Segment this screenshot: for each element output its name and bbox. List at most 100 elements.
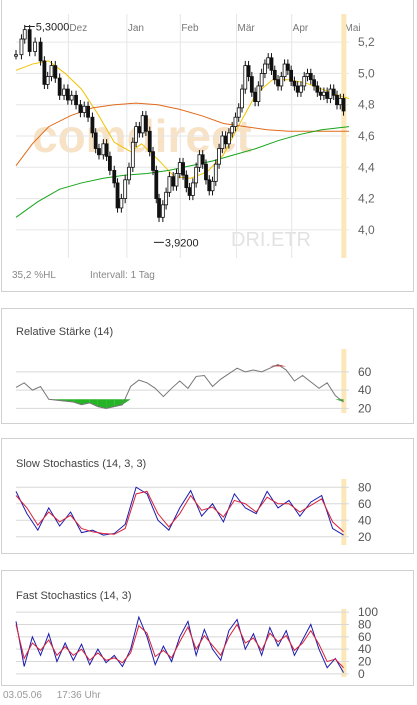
candle-body bbox=[157, 198, 161, 218]
candle-body bbox=[14, 54, 18, 57]
candle-body bbox=[45, 76, 50, 85]
candle-body bbox=[93, 132, 98, 149]
candle-body bbox=[230, 126, 235, 134]
current-day-band bbox=[341, 14, 347, 258]
price-chart: comdirectDRI.ETR5,25,04,84,64,44,24,0Dez… bbox=[14, 14, 375, 258]
candle-body bbox=[104, 143, 109, 157]
candle-body bbox=[331, 88, 336, 96]
candle-body bbox=[295, 85, 300, 93]
candle-body bbox=[263, 63, 267, 74]
candle-body bbox=[236, 107, 241, 118]
candle-body bbox=[62, 88, 66, 96]
candle-body bbox=[112, 170, 117, 184]
candle-body bbox=[171, 176, 176, 187]
candle-body bbox=[90, 116, 95, 134]
candle-body bbox=[246, 65, 251, 77]
slow-stochastics-chart: 80 60 40 20 bbox=[15, 479, 372, 545]
candle-body bbox=[249, 76, 254, 93]
candle-body bbox=[97, 148, 101, 156]
x-tick-label: Mär bbox=[238, 23, 256, 34]
candle-body bbox=[259, 73, 264, 87]
y-tick-label: 40 bbox=[358, 383, 372, 397]
y-tick-label: 20 bbox=[358, 530, 372, 544]
candle-body bbox=[210, 180, 215, 192]
candle-body bbox=[233, 116, 238, 128]
hl-label: 35,2 %HL bbox=[12, 270, 56, 281]
current-day-band bbox=[341, 349, 347, 413]
candle-body bbox=[328, 88, 333, 99]
x-tick-label: Apr bbox=[293, 23, 309, 34]
candle-body bbox=[137, 126, 142, 134]
candle-body bbox=[107, 155, 112, 171]
candle-body bbox=[338, 98, 343, 106]
candle-body bbox=[115, 182, 120, 209]
candle-body bbox=[207, 179, 212, 192]
candle-body bbox=[78, 104, 83, 113]
x-tick-label: Mai bbox=[345, 23, 361, 34]
candle-body bbox=[42, 60, 47, 85]
candle-body bbox=[341, 98, 346, 112]
y-tick-label: 60 bbox=[358, 497, 372, 511]
candle-body bbox=[22, 29, 27, 40]
candle-body bbox=[130, 141, 135, 168]
candle-body bbox=[305, 73, 310, 77]
candle-body bbox=[312, 79, 316, 87]
candle-body bbox=[308, 73, 313, 81]
y-tick-label: 5,2 bbox=[358, 35, 375, 49]
candle-body bbox=[253, 91, 258, 102]
candle-body bbox=[82, 105, 87, 113]
footer: 03.05.06 17:36 Uhr bbox=[3, 690, 113, 701]
candle-body bbox=[223, 135, 228, 145]
candle-body bbox=[325, 91, 330, 99]
y-tick-label: 20 bbox=[358, 401, 372, 415]
candle-body bbox=[204, 163, 208, 181]
current-day-band bbox=[341, 479, 347, 545]
candle-body bbox=[181, 162, 185, 176]
oscillator-line bbox=[15, 490, 344, 535]
candle-body bbox=[200, 154, 205, 165]
candle-body bbox=[318, 91, 323, 96]
candle-body bbox=[266, 57, 271, 65]
candle-body bbox=[140, 115, 145, 134]
candle-body bbox=[184, 174, 189, 189]
candle-body bbox=[123, 179, 128, 199]
candle-body bbox=[177, 162, 182, 174]
x-tick-label: Jan bbox=[128, 23, 144, 34]
x-tick-label: Feb bbox=[181, 23, 199, 34]
candle-body bbox=[299, 85, 303, 93]
candle-body bbox=[315, 85, 320, 93]
candle-body bbox=[213, 163, 218, 182]
candle-body bbox=[302, 76, 307, 87]
candle-body bbox=[194, 166, 199, 184]
candle-body bbox=[240, 88, 244, 109]
x-tick-label: Dez bbox=[69, 23, 87, 34]
oscillator-line bbox=[15, 363, 344, 409]
oversold-fill bbox=[89, 399, 98, 407]
candle-body bbox=[282, 63, 287, 77]
candle-body bbox=[292, 80, 297, 87]
candle-body bbox=[217, 148, 221, 165]
candle-body bbox=[256, 85, 261, 102]
candle-body bbox=[147, 130, 152, 153]
y-tick-label: 4,6 bbox=[358, 129, 375, 143]
candle-body bbox=[65, 88, 70, 101]
rsi-chart: 60 40 20 bbox=[15, 349, 372, 415]
symbol-watermark: DRI.ETR bbox=[231, 229, 311, 251]
candle-body bbox=[160, 204, 165, 218]
candle-body bbox=[167, 176, 172, 193]
footer-time: 17:36 Uhr bbox=[56, 690, 101, 701]
candle-body bbox=[53, 65, 58, 79]
y-tick-label: 40 bbox=[358, 513, 372, 527]
candle-body bbox=[134, 126, 138, 143]
candle-body bbox=[57, 77, 62, 96]
candle-body bbox=[127, 166, 131, 181]
candle-body bbox=[321, 91, 326, 96]
candle-body bbox=[49, 65, 54, 77]
rsi-panel: Relative Stärke (14) 60 40 20 bbox=[1, 308, 414, 424]
y-tick-label: 80 bbox=[358, 480, 372, 494]
low-label: 3,9200 bbox=[165, 237, 199, 249]
candle-body bbox=[74, 94, 78, 106]
oscillator-line bbox=[15, 615, 344, 673]
candle-body bbox=[164, 191, 169, 206]
candle-body bbox=[69, 94, 74, 101]
